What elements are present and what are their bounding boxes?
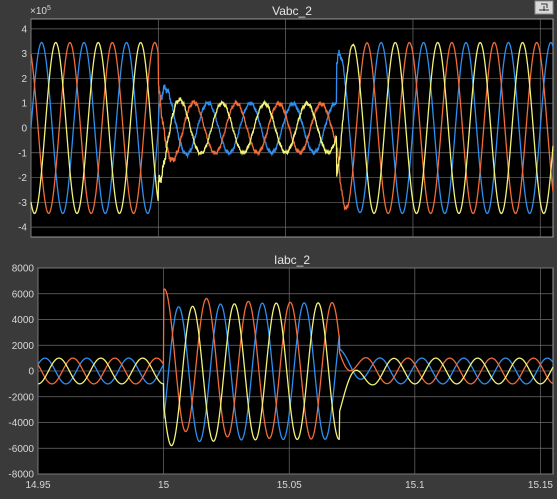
iabc-y-ticks: -8000 -6000 -4000 -2000 0 2000 4000 6000 8000 xyxy=(8,264,34,481)
y-tick-label: 4000 xyxy=(12,315,35,326)
y-tick-label: -4 xyxy=(18,223,27,234)
y-tick-label: -2 xyxy=(18,173,27,184)
x-tick-label: 15.05 xyxy=(277,480,302,491)
y-tick-label: 8000 xyxy=(12,264,35,275)
y-tick-label: -8000 xyxy=(8,470,34,481)
y-tick-label: -4000 xyxy=(8,418,34,429)
iabc-plot: -8000 -6000 -4000 -2000 0 2000 4000 6000 8000 14… xyxy=(8,253,554,491)
x-tick-label: 15.15 xyxy=(528,480,553,491)
y-tick-label: -3 xyxy=(18,198,27,209)
restore-window-button[interactable] xyxy=(534,0,554,15)
y-tick-label: 0 xyxy=(21,124,27,135)
scope-window: -4 -3 -2 -1 0 1 2 3 4 Vabc_2 ×105 -8000 -6000 -400… xyxy=(0,0,557,494)
y-tick-label: 2000 xyxy=(12,341,35,352)
x-tick-label: 15.1 xyxy=(405,480,425,491)
x-tick-label: 14.95 xyxy=(25,480,50,491)
vabc-multiplier: ×105 xyxy=(30,5,51,17)
y-tick-label: 3 xyxy=(21,49,27,60)
iabc-x-ticks: 14.95 15 15.05 15.1 15.15 xyxy=(25,480,553,491)
y-tick-label: 4 xyxy=(21,24,27,35)
x-tick-label: 15 xyxy=(158,480,170,491)
iabc-title: Iabc_2 xyxy=(274,253,310,267)
y-tick-label: -1 xyxy=(18,148,27,159)
y-tick-label: -2000 xyxy=(8,392,34,403)
vabc-plot: -4 -3 -2 -1 0 1 2 3 4 Vabc_2 ×105 xyxy=(18,4,554,238)
vabc-y-ticks: -4 -3 -2 -1 0 1 2 3 4 xyxy=(18,24,27,233)
y-tick-label: 1 xyxy=(21,99,27,110)
vabc-multiplier-base: ×10 xyxy=(30,6,47,17)
y-tick-label: 2 xyxy=(21,74,27,85)
vabc-multiplier-exp: 5 xyxy=(47,5,51,12)
y-tick-label: -6000 xyxy=(8,444,34,455)
y-tick-label: 0 xyxy=(28,367,34,378)
vabc-title: Vabc_2 xyxy=(272,4,312,18)
y-tick-label: 6000 xyxy=(12,289,35,300)
scope-figure: -4 -3 -2 -1 0 1 2 3 4 Vabc_2 ×105 -8000 -6000 -400… xyxy=(8,0,554,491)
